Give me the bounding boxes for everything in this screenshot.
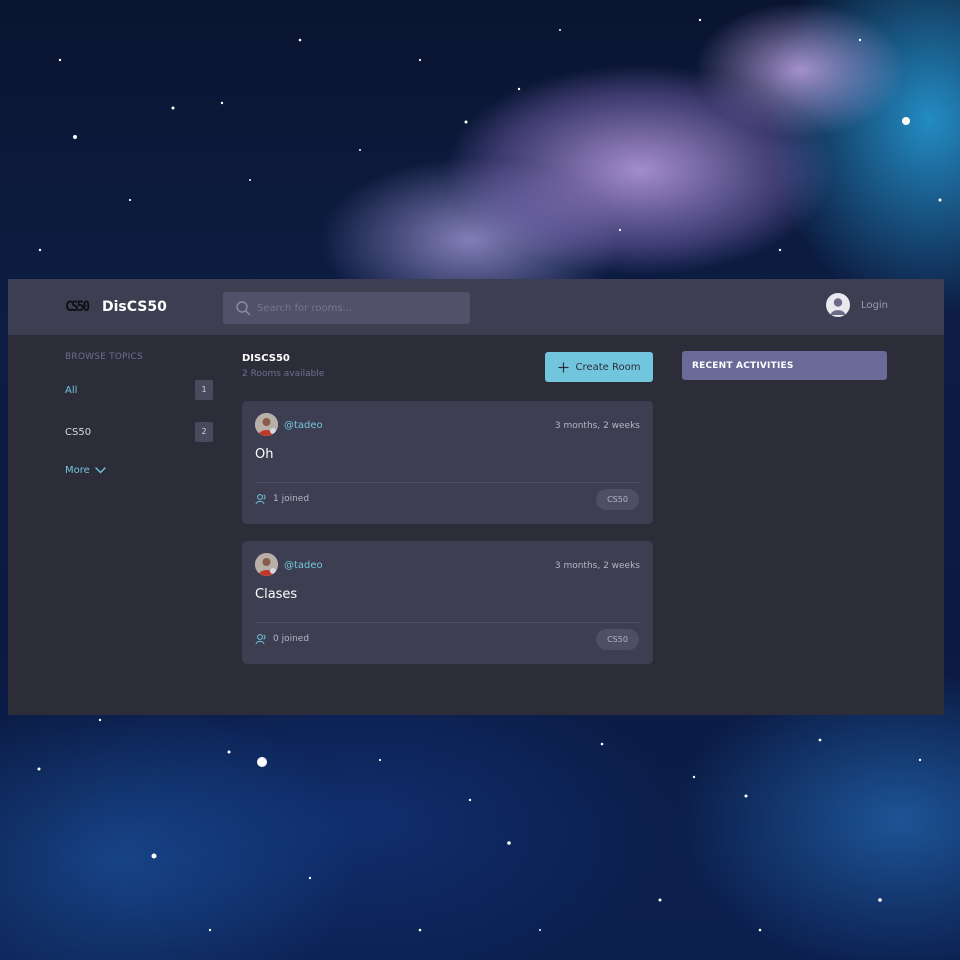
- topic-label: CS50: [65, 426, 92, 438]
- user-menu[interactable]: Login: [826, 293, 888, 317]
- room-title[interactable]: Oh: [255, 447, 273, 462]
- host-avatar[interactable]: [255, 413, 278, 436]
- room-topic-tag[interactable]: CS50: [596, 489, 639, 510]
- browse-topics-title: BROWSE TOPICS: [65, 352, 143, 362]
- cs50-logo-mark: CS50: [65, 299, 90, 315]
- more-label: More: [65, 465, 90, 476]
- recent-activities-title: RECENT ACTIVITIES: [692, 360, 794, 371]
- topic-count-badge: 2: [195, 422, 213, 442]
- app-window: CS50 DisCS50 Login BROWSE TOPICS All 1: [8, 279, 944, 715]
- user-avatar-icon[interactable]: [826, 293, 851, 317]
- joined-count: 0 joined: [273, 634, 310, 644]
- create-room-label: Create Room: [575, 361, 641, 373]
- room-topic-tag[interactable]: CS50: [596, 629, 639, 650]
- more-topics-link[interactable]: More: [65, 465, 106, 476]
- topic-count-badge: 1: [195, 380, 213, 400]
- feed-title: DISCS50: [242, 353, 290, 364]
- brand-logo[interactable]: CS50 DisCS50: [64, 296, 167, 318]
- chevron-down-icon: [95, 467, 106, 474]
- rooms-count: 2 Rooms available: [242, 369, 325, 379]
- topic-item-all[interactable]: All 1: [65, 380, 213, 400]
- search-icon: [236, 301, 251, 316]
- topic-item-cs50[interactable]: CS50 2: [65, 422, 213, 442]
- host-avatar[interactable]: [255, 553, 278, 576]
- room-card[interactable]: @tadeo 3 months, 2 weeks Oh 1 joined CS5…: [242, 401, 653, 524]
- room-host-link[interactable]: @tadeo: [284, 420, 323, 431]
- card-divider: [255, 482, 640, 483]
- login-link[interactable]: Login: [861, 300, 888, 311]
- top-navbar: CS50 DisCS50 Login: [8, 279, 944, 335]
- user-group-icon: [255, 634, 266, 645]
- room-participants: 1 joined: [255, 493, 309, 505]
- recent-activities-header: RECENT ACTIVITIES: [682, 351, 887, 380]
- feed-header: DISCS50 2 Rooms available: [242, 353, 324, 379]
- plus-icon: [558, 362, 569, 372]
- joined-count: 1 joined: [273, 494, 310, 504]
- brand-name: DisCS50: [102, 299, 167, 315]
- topics-sidebar: BROWSE TOPICS All 1 CS50 2 More: [65, 352, 215, 476]
- card-divider: [255, 622, 640, 623]
- room-timestamp: 3 months, 2 weeks: [554, 421, 640, 431]
- room-title[interactable]: Clases: [255, 587, 297, 602]
- search-bar: [223, 292, 470, 324]
- user-group-icon: [255, 494, 266, 505]
- room-timestamp: 3 months, 2 weeks: [554, 561, 640, 571]
- room-host-link[interactable]: @tadeo: [284, 560, 323, 571]
- search-input[interactable]: [257, 302, 457, 314]
- create-room-button[interactable]: Create Room: [545, 352, 653, 382]
- room-participants: 0 joined: [255, 633, 309, 645]
- room-card[interactable]: @tadeo 3 months, 2 weeks Clases 0 joined…: [242, 541, 653, 664]
- topic-label: All: [65, 384, 78, 396]
